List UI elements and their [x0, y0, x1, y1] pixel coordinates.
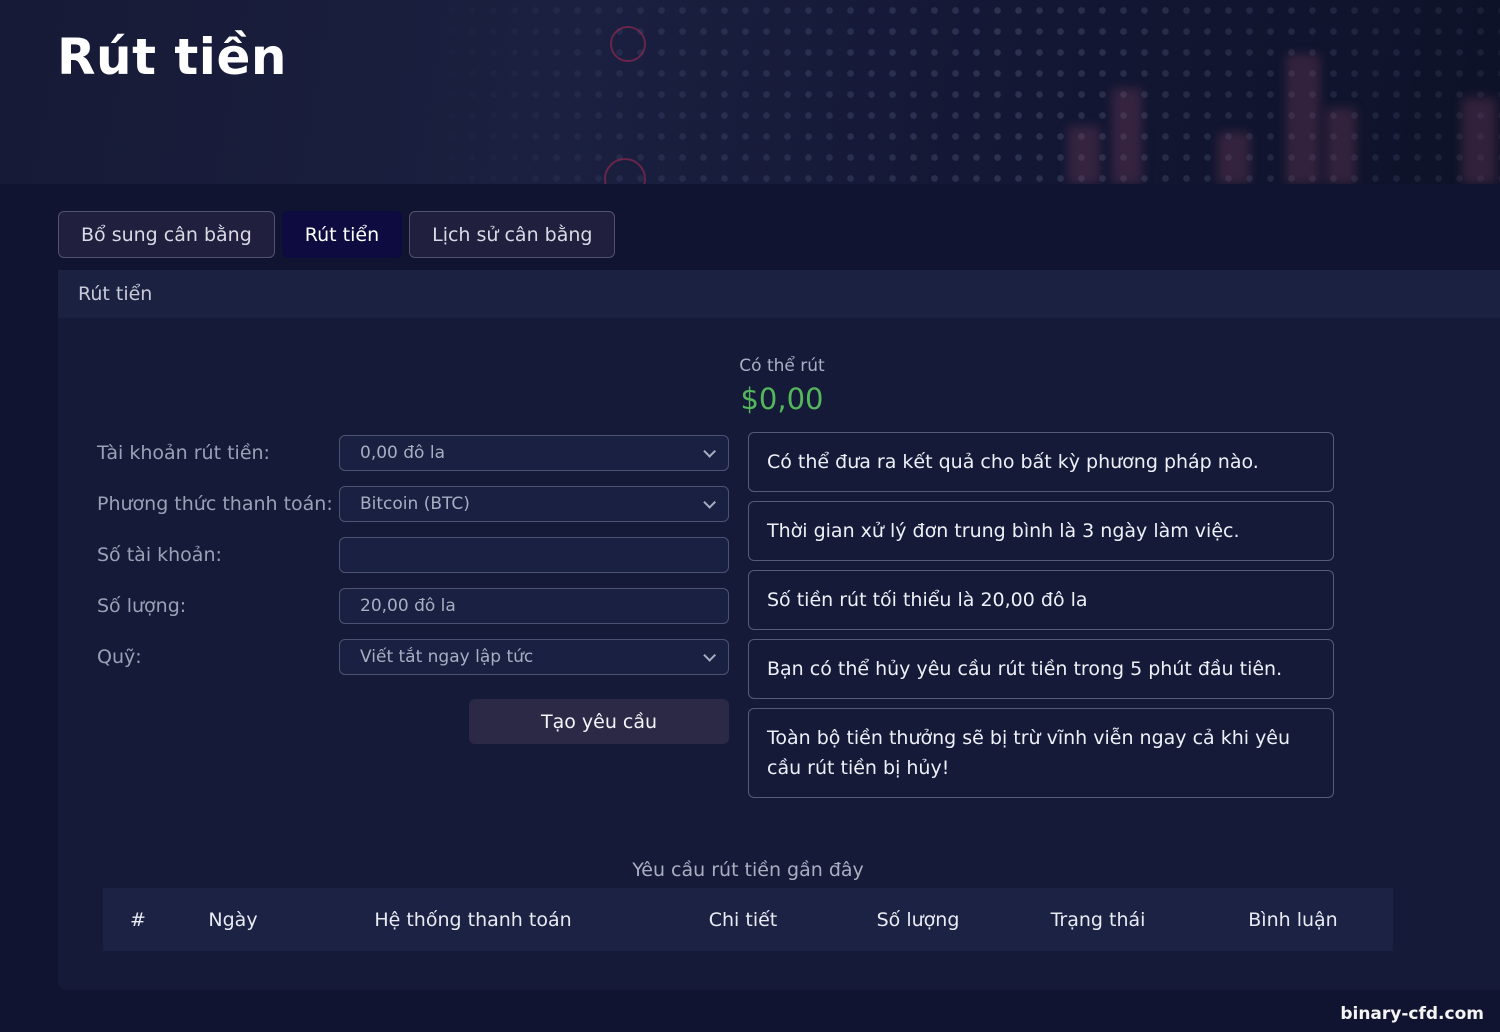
column-header-3: Hệ thống thanh toán	[293, 909, 653, 931]
info-note-4: Bạn có thể hủy yêu cầu rút tiền trong 5 …	[748, 639, 1334, 699]
withdraw-panel: Rút tiển Có thể rút $0,00 Tài khoản rút …	[58, 270, 1500, 990]
payment-method-field: Bitcoin (BTC)	[339, 486, 729, 522]
page-title: Rút tiền	[57, 28, 287, 86]
column-header-5: Số lượng	[833, 909, 1003, 931]
withdrawal-account-selected-value: 0,00 đô la	[360, 443, 445, 463]
chart-bar-decoration	[1068, 126, 1100, 184]
fund-label: Quỹ:	[97, 646, 339, 669]
payment-method-select[interactable]: Bitcoin (BTC)	[339, 486, 729, 522]
column-header-1: #	[103, 909, 173, 931]
tab-balance-history[interactable]: Lịch sử cân bằng	[409, 211, 615, 258]
account-number-input[interactable]	[339, 537, 729, 573]
withdrawal-account-select[interactable]: 0,00 đô la	[339, 435, 729, 471]
info-note-1: Có thể đưa ra kết quả cho bất kỳ phương …	[748, 432, 1334, 492]
fund-field: Viết tắt ngay lập tức	[339, 639, 729, 675]
info-note-3: Số tiền rút tối thiểu là 20,00 đô la	[748, 570, 1334, 630]
chevron-down-icon	[703, 445, 716, 458]
panel-header: Rút tiển	[58, 270, 1500, 318]
recent-withdrawals-header-row: #NgàyHệ thống thanh toánChi tiếtSố lượng…	[103, 888, 1393, 951]
amount-input[interactable]	[339, 588, 729, 624]
hero-banner: Rút tiền	[0, 0, 1500, 184]
chart-bar-decoration	[1286, 54, 1320, 184]
recent-withdrawals-title: Yêu cầu rút tiền gần đây	[103, 859, 1393, 881]
create-request-button[interactable]: Tạo yêu cầu	[469, 699, 729, 744]
balance-tabs: Bổ sung cân bằngRút tiểnLịch sử cân bằng	[58, 211, 1500, 258]
available-balance-label: Có thể rút	[739, 356, 824, 376]
payment-method-selected-value: Bitcoin (BTC)	[360, 494, 470, 514]
chevron-down-icon	[703, 496, 716, 509]
amount-field	[339, 588, 729, 624]
info-notes: Có thể đưa ra kết quả cho bất kỳ phương …	[748, 432, 1334, 798]
withdrawal-account-field: 0,00 đô la	[339, 435, 729, 471]
column-header-2: Ngày	[173, 909, 293, 931]
account-number-label: Số tài khoản:	[97, 544, 339, 567]
tab-withdraw[interactable]: Rút tiển	[282, 211, 402, 258]
tab-add-balance[interactable]: Bổ sung cân bằng	[58, 211, 275, 258]
column-header-4: Chi tiết	[653, 909, 833, 931]
account-number-field	[339, 537, 729, 573]
map-marker-circle	[610, 26, 646, 62]
withdraw-form: Tài khoản rút tiền: 0,00 đô la Phương thức…	[97, 435, 729, 726]
chart-bar-decoration	[1218, 132, 1250, 184]
withdraw-page: Rút tiền Bổ sung cân bằngRút tiểnLịch sử…	[0, 0, 1500, 1032]
chart-bar-decoration	[1462, 98, 1496, 184]
site-watermark: binary-cfd.com	[1340, 1004, 1484, 1024]
available-balance: Có thể rút $0,00	[739, 356, 824, 416]
info-note-2: Thời gian xử lý đơn trung bình là 3 ngày…	[748, 501, 1334, 561]
info-note-5: Toàn bộ tiền thưởng sẽ bị trừ vĩnh viễn …	[748, 708, 1334, 798]
chart-bar-decoration	[1326, 108, 1356, 184]
column-header-6: Trạng thái	[1003, 909, 1193, 931]
fund-selected-value: Viết tắt ngay lập tức	[360, 647, 533, 667]
form-actions: Tạo yêu cầu	[339, 699, 729, 744]
chart-bar-decoration	[1112, 88, 1142, 184]
chevron-down-icon	[703, 649, 716, 662]
amount-label: Số lượng:	[97, 595, 339, 618]
withdrawal-account-label: Tài khoản rút tiền:	[97, 442, 339, 465]
available-balance-value: $0,00	[739, 382, 824, 416]
fund-select[interactable]: Viết tắt ngay lập tức	[339, 639, 729, 675]
column-header-7: Bình luận	[1193, 909, 1393, 931]
payment-method-label: Phương thức thanh toán:	[97, 493, 339, 516]
panel-body: Có thể rút $0,00 Tài khoản rút tiền: 0,00…	[58, 318, 1500, 990]
